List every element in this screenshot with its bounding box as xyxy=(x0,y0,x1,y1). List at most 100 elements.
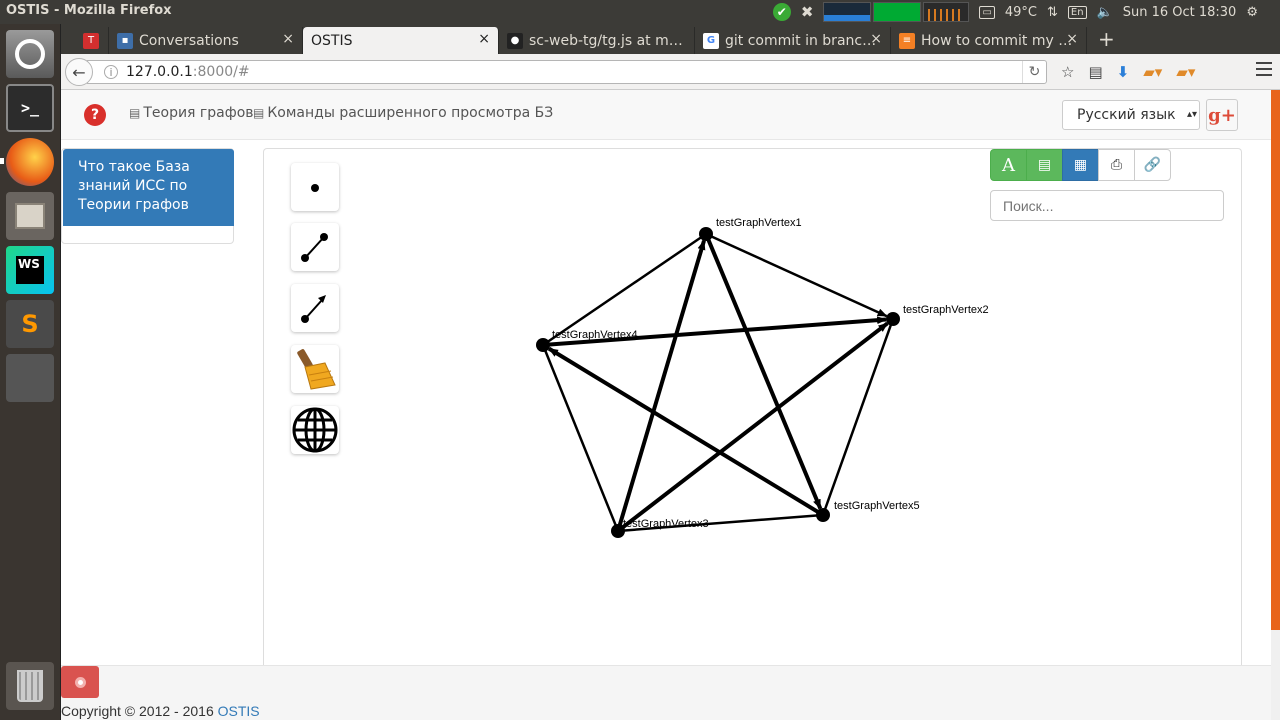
github-icon: ● xyxy=(507,32,523,49)
page-content: ? ▤ Теория графов ▤ Команды расширенного… xyxy=(61,90,1271,720)
page-scrollbar-track xyxy=(1271,630,1280,720)
edge-tool[interactable] xyxy=(291,223,339,271)
stop-button[interactable] xyxy=(61,666,99,698)
clear-tool[interactable] xyxy=(291,345,339,393)
tab-github[interactable]: ● sc-web-tg/tg.js at m… xyxy=(499,27,695,54)
graph-vertex-v5[interactable] xyxy=(816,508,830,522)
page-scrollbar[interactable] xyxy=(1271,90,1280,630)
graph-vertex-label: testGraphVertex5 xyxy=(834,500,920,512)
tab-ostis[interactable]: OSTIS × xyxy=(303,27,499,54)
link-button[interactable]: 🔗 xyxy=(1134,149,1171,181)
dropbox-icon[interactable]: ✖ xyxy=(801,3,814,21)
menu-graph-theory[interactable]: ▤ Теория графов xyxy=(129,105,254,121)
graph-edge-v1-v5[interactable] xyxy=(704,233,823,510)
document-icon: ▤ xyxy=(129,106,141,120)
graph-edge-v5-v4[interactable] xyxy=(547,346,825,517)
keyboard-layout-indicator[interactable]: En xyxy=(1067,5,1087,19)
tab-pinned[interactable]: T xyxy=(75,27,109,54)
history-item[interactable]: Что такое База знаний ИСС по Теории граф… xyxy=(63,149,234,226)
trash-icon[interactable] xyxy=(6,662,54,710)
temperature-readout[interactable]: 49°C xyxy=(1005,5,1037,20)
system-monitor-graphs[interactable] xyxy=(823,2,970,22)
browser-tab-bar: T ▪ Conversations × OSTIS × ● sc-web-tg/… xyxy=(61,24,1280,54)
graph-vertex-v2[interactable] xyxy=(886,312,900,326)
language-select[interactable]: Русский язык ▴▾ xyxy=(1062,100,1200,130)
google-icon: G xyxy=(703,32,719,49)
url-bar[interactable]: i 127.0.0.1 :8000/# ↻ xyxy=(87,60,1047,84)
clock[interactable]: Sun 16 Oct 18:30 xyxy=(1123,5,1237,20)
main-panel: testGraphVertex1 testGraphVertex2 testGrap… xyxy=(263,148,1242,668)
app-header: ? ▤ Теория графов ▤ Команды расширенного… xyxy=(61,90,1271,140)
arc-tool[interactable] xyxy=(291,284,339,332)
tab-conversations[interactable]: ▪ Conversations × xyxy=(109,27,303,54)
volume-icon[interactable]: 🔈 xyxy=(1097,5,1113,20)
stop-icon xyxy=(74,676,86,688)
folder-menu-icon[interactable]: ▰▾ xyxy=(1143,63,1162,81)
ostis-link[interactable]: OSTIS xyxy=(218,703,260,719)
vertex-tool[interactable] xyxy=(291,163,339,211)
new-tab-icon[interactable]: + xyxy=(1098,27,1115,51)
dot-icon xyxy=(311,184,319,192)
workspace-switcher-icon[interactable] xyxy=(6,354,54,402)
graph-vertex-v1[interactable] xyxy=(699,227,713,241)
graph-vertex-v4[interactable] xyxy=(536,338,550,352)
window-title: OSTIS - Mozilla Firefox xyxy=(6,3,172,18)
close-tab-icon[interactable]: × xyxy=(1066,31,1078,47)
system-top-panel: OSTIS - Mozilla Firefox ✔ ✖ ▭ 49°C ⇅ En … xyxy=(0,0,1280,24)
power-gear-icon[interactable]: ⚙ xyxy=(1246,5,1258,20)
graph-canvas[interactable]: testGraphVertex1 testGraphVertex2 testGrap… xyxy=(264,149,1243,669)
help-icon[interactable]: ? xyxy=(84,104,106,126)
bookmark-star-icon[interactable]: ☆ xyxy=(1061,63,1074,81)
webstorm-icon[interactable]: WS xyxy=(6,246,54,294)
back-arrow-icon[interactable]: ← xyxy=(65,58,93,86)
indicator-area: ✔ ✖ ▭ 49°C ⇅ En 🔈 Sun 16 Oct 18:30 ⚙ xyxy=(772,0,1280,24)
reload-icon[interactable]: ↻ xyxy=(1022,61,1046,83)
tab-stackoverflow[interactable]: ≡ How to commit my … × xyxy=(891,27,1087,54)
hamburger-menu-icon[interactable] xyxy=(1256,62,1272,76)
scn-view-button[interactable]: ▤ xyxy=(1026,149,1063,181)
trello-icon: T xyxy=(83,32,99,49)
graph-edge-v3-v4[interactable] xyxy=(541,344,620,532)
grid-icon: ▦ xyxy=(1073,157,1088,173)
print-icon: ⎙ xyxy=(1110,157,1123,173)
memory-graph xyxy=(873,2,922,22)
firefox-icon[interactable] xyxy=(6,138,54,186)
graph-vertex-label: testGraphVertex2 xyxy=(903,304,989,316)
temperature-sensor-icon: ▭ xyxy=(979,5,995,19)
text-view-button[interactable]: A xyxy=(990,149,1027,181)
close-tab-icon[interactable]: × xyxy=(870,31,882,47)
history-panel: Что такое База знаний ИСС по Теории граф… xyxy=(61,148,234,244)
stackoverflow-icon: ≡ xyxy=(899,32,915,49)
network-arrows-icon[interactable]: ⇅ xyxy=(1047,5,1058,20)
google-plus-button[interactable]: g+ xyxy=(1206,99,1238,131)
globe-tool[interactable] xyxy=(291,406,339,454)
sublime-icon[interactable]: S xyxy=(6,300,54,348)
print-button[interactable]: ⎙ xyxy=(1098,149,1135,181)
tab-google[interactable]: G git commit in branc… × xyxy=(695,27,891,54)
site-info-icon[interactable]: i xyxy=(104,65,118,79)
link-icon: 🔗 xyxy=(1143,157,1162,173)
close-tab-icon[interactable]: × xyxy=(282,31,294,47)
sync-ok-icon[interactable]: ✔ xyxy=(772,3,791,21)
document-icon: ▤ xyxy=(253,106,265,120)
select-caret-icon: ▴▾ xyxy=(1186,109,1197,120)
folder-menu-icon[interactable]: ▰▾ xyxy=(1176,63,1195,81)
arc-icon xyxy=(301,295,326,323)
list-icon: ▤ xyxy=(1037,157,1052,173)
download-icon[interactable]: ⬇ xyxy=(1117,63,1130,81)
file-cabinet-icon[interactable] xyxy=(6,192,54,240)
copyright: Copyright © 2012 - 2016 OSTIS xyxy=(61,703,260,719)
graph-vertex-label: testGraphVertex4 xyxy=(552,329,638,341)
terminal-icon[interactable]: >_ xyxy=(6,84,54,132)
search-input[interactable] xyxy=(990,190,1224,221)
graph-view-button[interactable]: ▦ xyxy=(1062,149,1099,181)
graph-vertex-label: testGraphVertex1 xyxy=(716,217,802,229)
ubuntu-dash-icon[interactable] xyxy=(6,30,54,78)
chat-icon: ▪ xyxy=(117,32,133,49)
browser-nav-bar: i 127.0.0.1 :8000/# ↻ ← ☆ ▤ ⬇ ▰▾ ▰▾ xyxy=(61,54,1280,90)
reading-list-icon[interactable]: ▤ xyxy=(1088,63,1102,81)
close-tab-icon[interactable]: × xyxy=(478,31,490,47)
toolbar-icons: ☆ ▤ ⬇ ▰▾ ▰▾ xyxy=(1061,60,1195,84)
menu-kb-commands[interactable]: ▤ Команды расширенного просмотра БЗ xyxy=(253,105,553,121)
view-mode-buttons: A ▤ ▦ ⎙ 🔗 xyxy=(990,149,1171,181)
